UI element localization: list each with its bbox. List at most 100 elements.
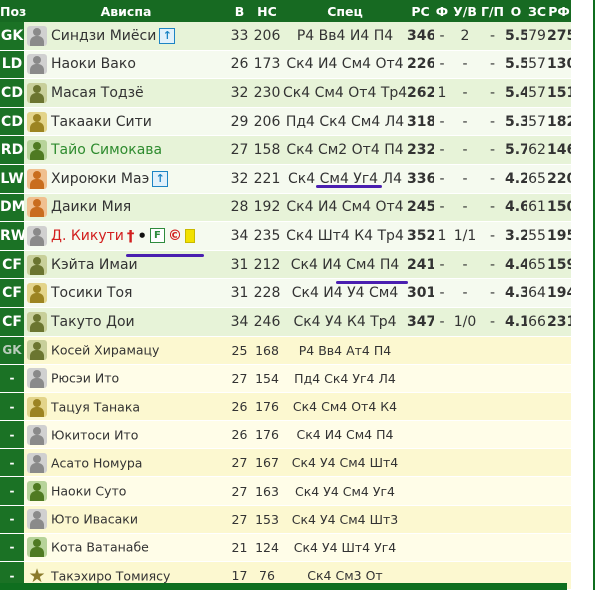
col-header-gp[interactable]: Г/П — [480, 0, 505, 22]
table-row[interactable]: - Кота Ватанабе 21 124 Ск4 У4 Шт4 Уг4 — [0, 533, 571, 563]
player-name-cell[interactable]: Косей Хирамацу — [24, 336, 228, 365]
table-row[interactable]: - Юто Ивасаки 27 153 Ск4 У4 См4 Шт3 — [0, 505, 571, 534]
col-header-pos[interactable]: Поз — [0, 0, 26, 22]
o-cell: 5.4 — [505, 78, 527, 108]
player-name-link[interactable]: Такуто Дои — [51, 314, 135, 330]
empty-cell — [527, 392, 547, 422]
player-avatar — [27, 311, 47, 332]
player-name-cell[interactable]: Рюсэи Ито — [24, 364, 228, 393]
table-row[interactable]: - Юкитоси Ито 26 176 Ск4 И4 См4 П4 — [0, 420, 571, 450]
f-cell: - — [434, 250, 450, 280]
spec-cell: Ск4 См4 От4 Тр4 — [283, 78, 407, 108]
player-name-link[interactable]: Такэхиро Томиясу — [51, 568, 170, 583]
player-name-link[interactable]: Такааки Сити — [51, 114, 152, 130]
empty-cell — [547, 364, 571, 393]
player-name-cell[interactable]: Масая Тодзё — [24, 78, 228, 108]
table-row[interactable]: DMДаики Мия28192Ск4 И4 См4 От4245---4.66… — [0, 193, 571, 223]
player-name-link[interactable]: Д. Кикути — [51, 228, 124, 244]
col-header-f[interactable]: Ф — [434, 0, 450, 22]
player-name-link[interactable]: Юкитоси Ито — [51, 427, 138, 442]
table-row[interactable]: - Наоки Суто 27 163 Ск4 У4 См4 Уг4 — [0, 476, 571, 506]
col-header-rf[interactable]: РФ — [547, 0, 571, 22]
player-name-cell[interactable]: Юто Ивасаки — [24, 505, 228, 534]
table-row[interactable]: - Тацуя Танака 26 176 Ск4 См4 От4 К4 — [0, 392, 571, 422]
player-name-link[interactable]: Масая Тодзё — [51, 85, 144, 101]
player-name-cell[interactable]: Хироюки Маэ ↑ — [24, 164, 228, 194]
player-name-link[interactable]: Юто Ивасаки — [51, 512, 138, 527]
empty-cell — [450, 420, 480, 450]
age-cell: 21 — [228, 533, 251, 563]
table-row[interactable]: GK Синдзи Миёси ↑ 33 206 Р4 Вв4 И4 П4 346-2-5.… — [0, 22, 571, 51]
player-name-cell[interactable]: Тосики Тоя — [24, 278, 228, 308]
player-name-cell[interactable]: Асато Номура — [24, 448, 228, 478]
player-name-link[interactable]: Рюсэи Ито — [51, 371, 119, 386]
zs-cell: 57 — [527, 50, 547, 80]
zs-cell: 65 — [527, 164, 547, 194]
player-name-cell[interactable]: Наоки Суто — [24, 476, 228, 506]
player-name-link[interactable]: Косей Хирамацу — [51, 343, 159, 358]
table-row[interactable]: LW Хироюки Маэ ↑ 32 221 Ск4 См4 Уг4 Л4 336- - -4… — [0, 164, 571, 194]
player-name-cell[interactable]: Даики Мия — [24, 193, 228, 223]
player-name-cell[interactable]: Кота Ватанабе — [24, 533, 228, 563]
table-row[interactable]: CD Масая Тодзё 32 230 Ск4 См4 От4 Тр4 262 1- -5… — [0, 78, 571, 108]
player-name-cell[interactable]: Такааки Сити — [24, 107, 228, 137]
position-cell: - — [0, 364, 24, 393]
col-header-o[interactable]: О — [505, 0, 527, 22]
spec-cell: Ск4 У4 См4 Шт3 — [283, 505, 407, 534]
player-name-cell[interactable]: Юкитоси Ито — [24, 420, 228, 450]
o-cell: 4.1 — [505, 307, 527, 337]
empty-cell — [407, 420, 434, 450]
age-cell: 34 — [228, 307, 251, 337]
player-name-cell[interactable]: Д. Кикути † • F © — [24, 221, 228, 251]
player-name-cell[interactable]: Тацуя Танака — [24, 392, 228, 422]
col-header-team[interactable]: Ависпа — [24, 0, 228, 22]
uv-cell: - — [450, 250, 480, 280]
table-row[interactable]: GK Косей Хирамацу 25 168 Р4 Вв4 Ат4 П4 — [0, 336, 571, 365]
player-name-cell[interactable]: Такуто Дои — [24, 307, 228, 337]
player-name-link[interactable]: Хироюки Маэ — [51, 171, 149, 187]
table-row[interactable]: LD Наоки Вако 26 173 Ск4 И4 См4 От4 226- - -5. 5… — [0, 50, 571, 80]
table-row[interactable]: CF Такуто Дои 34 246 Ск4 У4 К4 Тр4 347-1/0-4.… — [0, 307, 571, 337]
table-row[interactable]: RW Д. Кикути † • F © 34 235 Ск4 Шт4 К4 Тр4 352 1 1/… — [0, 221, 571, 251]
empty-cell — [434, 476, 450, 506]
player-name-link[interactable]: Кэйта Имаи — [51, 257, 138, 273]
col-header-spec[interactable]: Спец — [283, 0, 407, 22]
col-header-uv[interactable]: У/В — [450, 0, 480, 22]
player-name-link[interactable]: Тосики Тоя — [51, 285, 132, 301]
spec-cell: Ск4 Шт4 К4 Тр4 — [283, 221, 407, 251]
empty-cell — [450, 364, 480, 393]
player-name-link[interactable]: Асато Номура — [51, 455, 142, 470]
rs-cell: 262 — [407, 78, 434, 108]
empty-cell — [480, 336, 505, 365]
player-name-link[interactable]: Синдзи Миёси — [51, 28, 156, 44]
f-cell: - — [434, 107, 450, 137]
player-name-link[interactable]: Наоки Суто — [51, 484, 126, 499]
uv-cell: - — [450, 193, 480, 223]
col-header-age[interactable]: В — [228, 0, 251, 22]
player-name-cell[interactable]: Наоки Вако — [24, 50, 228, 80]
age-cell: 26 — [228, 392, 251, 422]
gp-cell: - — [480, 193, 505, 223]
table-row[interactable]: - Асато Номура 27 167 Ск4 У4 См4 Шт4 — [0, 448, 571, 478]
col-header-rs[interactable]: РС — [407, 0, 434, 22]
empty-cell — [434, 505, 450, 534]
table-row[interactable]: - Рюсэи Ито 27 154 Пд4 Ск4 Уг4 Л4 — [0, 364, 571, 393]
o-cell: 5.5 — [505, 22, 527, 51]
player-name-link[interactable]: Кота Ватанабе — [51, 540, 149, 555]
player-name-link[interactable]: Наоки Вако — [51, 56, 136, 72]
player-name-link[interactable]: Тацуя Танака — [51, 399, 140, 414]
table-footer-bar — [0, 583, 567, 590]
o-cell: 4.6 — [505, 193, 527, 223]
table-row[interactable]: CFКэйта Имаи31212Ск4 И4 См4 П4241---4.46… — [0, 250, 571, 280]
table-row[interactable]: RD Тайо Симокава 27 158 Ск4 См2 От4 П4 232- - -… — [0, 135, 571, 165]
player-name-cell[interactable]: Синдзи Миёси ↑ — [24, 22, 228, 51]
player-name-cell[interactable]: Тайо Симокава — [24, 135, 228, 165]
position-cell: - — [0, 533, 24, 563]
col-header-zs[interactable]: ЗС — [527, 0, 547, 22]
empty-cell — [527, 448, 547, 478]
player-name-link[interactable]: Даики Мия — [51, 199, 131, 215]
table-row[interactable]: CD Такааки Сити 29 206 Пд4 Ск4 См4 Л4 318- - -5… — [0, 107, 571, 137]
col-header-hs[interactable]: НС — [251, 0, 283, 22]
player-name-link[interactable]: Тайо Симокава — [51, 142, 162, 158]
table-row[interactable]: CFТосики Тоя31228Ск4 И4 У4 См4301---4.36… — [0, 278, 571, 308]
